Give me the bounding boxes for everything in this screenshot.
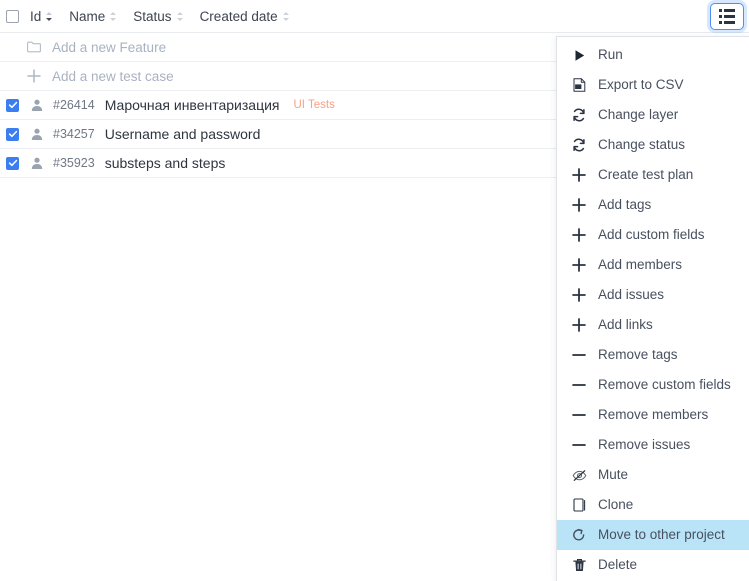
menu-item-label: Clone (598, 498, 633, 512)
menu-item-label: Remove custom fields (598, 378, 731, 392)
menu-item-run[interactable]: Run (557, 40, 749, 70)
menu-item-label: Export to CSV (598, 78, 684, 92)
menu-item-label: Change status (598, 138, 685, 152)
sort-chevron-icon[interactable] (109, 11, 117, 22)
menu-item-delete[interactable]: Delete (557, 550, 749, 580)
minus-icon (571, 407, 587, 423)
list-menu-icon (719, 9, 736, 25)
sort-chevron-icon[interactable] (282, 11, 290, 22)
plus-icon (571, 227, 587, 243)
plus-icon (571, 197, 587, 213)
column-label-name: Name (69, 9, 105, 24)
menu-item-label: Delete (598, 558, 637, 572)
row-name: substeps and steps (105, 155, 226, 171)
column-label-created-date: Created date (200, 9, 278, 24)
menu-item-add-members[interactable]: Add members (557, 250, 749, 280)
menu-item-add-links[interactable]: Add links (557, 310, 749, 340)
menu-item-label: Add issues (598, 288, 664, 302)
menu-item-label: Create test plan (598, 168, 693, 182)
play-icon (571, 47, 587, 63)
list-menu-button[interactable] (710, 3, 744, 30)
menu-item-change-status[interactable]: Change status (557, 130, 749, 160)
menu-item-add-tags[interactable]: Add tags (557, 190, 749, 220)
menu-item-label: Mute (598, 468, 628, 482)
menu-item-label: Remove issues (598, 438, 690, 452)
folder-icon (27, 40, 41, 54)
plus-icon (27, 69, 41, 83)
trash-icon (571, 557, 587, 573)
menu-item-remove-members[interactable]: Remove members (557, 400, 749, 430)
column-header-created-date[interactable]: Created date (200, 9, 290, 24)
sync-icon (571, 107, 587, 123)
copy-icon (571, 497, 587, 513)
menu-item-create-test-plan[interactable]: Create test plan (557, 160, 749, 190)
menu-item-label: Add custom fields (598, 228, 705, 242)
menu-item-label: Add links (598, 318, 653, 332)
menu-item-label: Change layer (598, 108, 678, 122)
add-new-test-case-label: Add a new test case (52, 69, 174, 84)
menu-item-remove-tags[interactable]: Remove tags (557, 340, 749, 370)
rotate-arrow-icon (571, 527, 587, 543)
sort-chevron-icon[interactable] (176, 11, 184, 22)
menu-item-label: Add tags (598, 198, 651, 212)
plus-icon (571, 317, 587, 333)
column-label-status: Status (133, 9, 171, 24)
menu-item-change-layer[interactable]: Change layer (557, 100, 749, 130)
column-header-status[interactable]: Status (133, 9, 183, 24)
menu-item-label: Move to other project (598, 528, 725, 542)
menu-item-export-to-csv[interactable]: Export to CSV (557, 70, 749, 100)
minus-icon (571, 377, 587, 393)
eye-off-icon (571, 467, 587, 483)
person-icon (30, 156, 44, 170)
column-header-id[interactable]: Id (30, 9, 53, 24)
row-id: #35923 (53, 156, 95, 170)
person-icon (30, 98, 44, 112)
menu-item-move-to-other-project[interactable]: Move to other project (557, 520, 749, 550)
sync-icon (571, 137, 587, 153)
row-id: #26414 (53, 98, 95, 112)
menu-item-remove-issues[interactable]: Remove issues (557, 430, 749, 460)
row-checkbox[interactable] (6, 128, 19, 141)
menu-item-label: Remove tags (598, 348, 678, 362)
sort-chevron-icon[interactable] (45, 11, 53, 22)
column-label-id: Id (30, 9, 41, 24)
spreadsheet-icon (571, 77, 587, 93)
row-checkbox[interactable] (6, 99, 19, 112)
plus-icon (571, 167, 587, 183)
bulk-actions-menu: Run Export to CSV Change layer (556, 36, 749, 581)
menu-item-add-custom-fields[interactable]: Add custom fields (557, 220, 749, 250)
menu-item-add-issues[interactable]: Add issues (557, 280, 749, 310)
select-all-checkbox[interactable] (6, 10, 19, 23)
plus-icon (571, 257, 587, 273)
row-id: #34257 (53, 127, 95, 141)
table-header: Id Name Status Created date (0, 0, 749, 33)
column-header-name[interactable]: Name (69, 9, 117, 24)
menu-item-label: Remove members (598, 408, 708, 422)
menu-item-clone[interactable]: Clone (557, 490, 749, 520)
row-checkbox[interactable] (6, 157, 19, 170)
plus-icon (571, 287, 587, 303)
menu-item-label: Add members (598, 258, 682, 272)
minus-icon (571, 437, 587, 453)
minus-icon (571, 347, 587, 363)
add-new-feature-label: Add a new Feature (52, 40, 166, 55)
row-tag[interactable]: UI Tests (294, 99, 335, 111)
person-icon (30, 127, 44, 141)
menu-item-label: Run (598, 48, 623, 62)
menu-item-remove-custom-fields[interactable]: Remove custom fields (557, 370, 749, 400)
row-name: Марочная инвентаризация (105, 97, 280, 113)
row-name: Username and password (105, 126, 261, 142)
menu-item-mute[interactable]: Mute (557, 460, 749, 490)
